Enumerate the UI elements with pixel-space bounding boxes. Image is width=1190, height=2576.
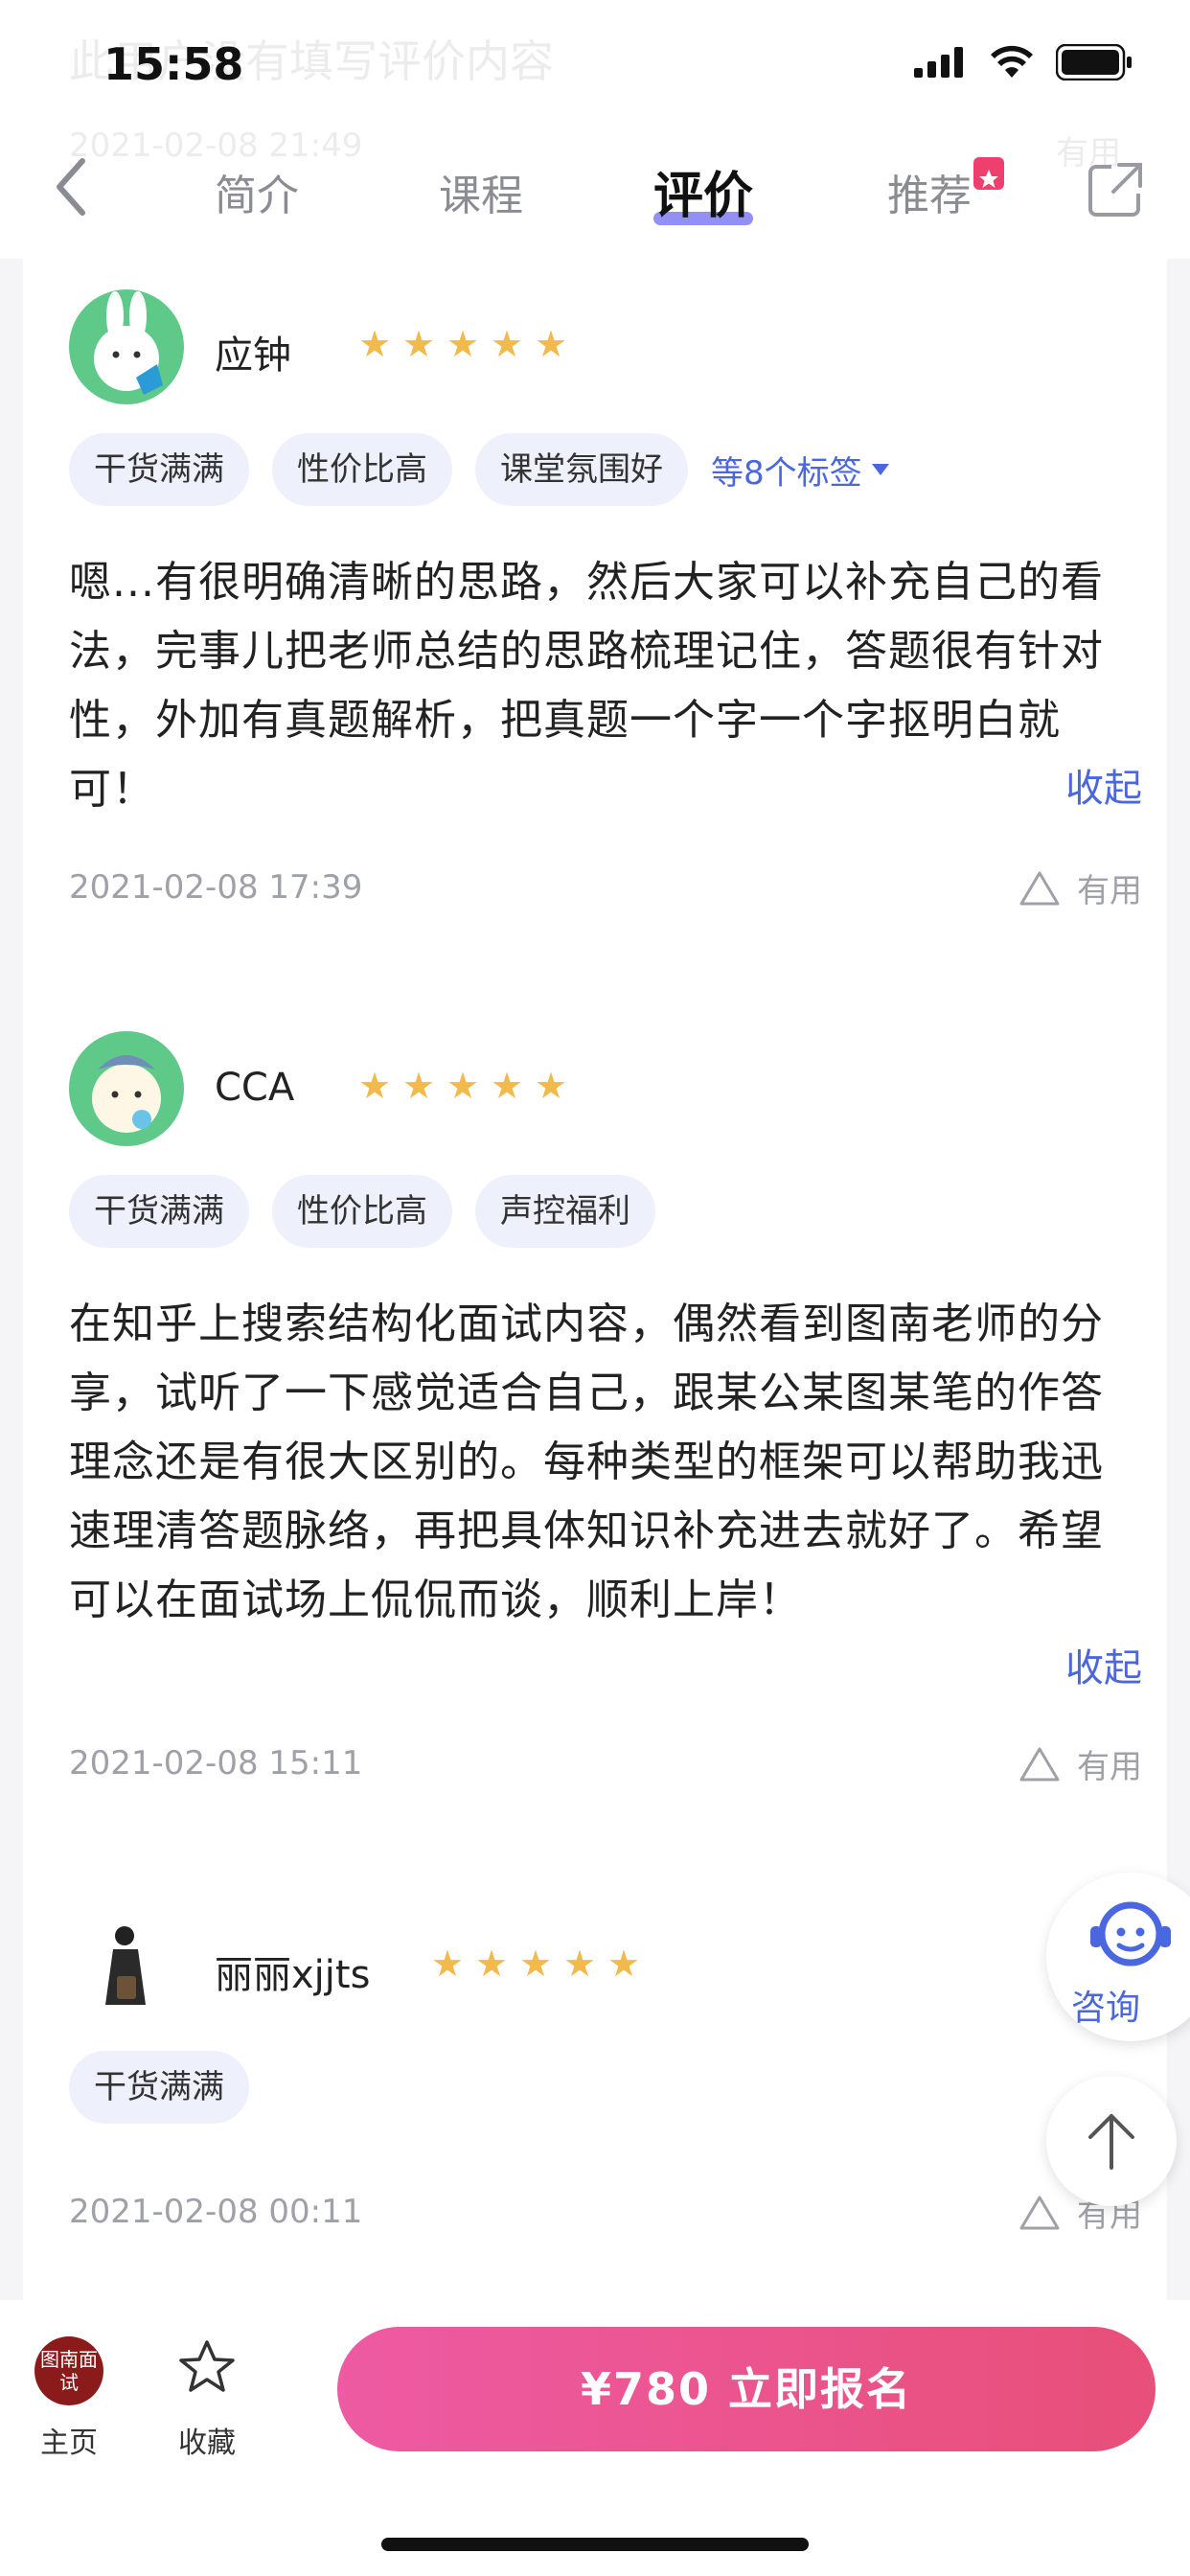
collapse-link[interactable]: 收起 [1065, 1637, 1142, 1692]
rating-stars: ★ ★ ★ ★ ★ [358, 1065, 568, 1107]
triangle-down-icon [871, 464, 889, 475]
wifi-icon [991, 45, 1033, 78]
review-item: 丽丽xjjts ★ ★ ★ ★ ★ 干货满满 2021-02-08 00:11 有用 [69, 1909, 1142, 2273]
star-outline-icon[interactable] [176, 2336, 238, 2398]
tag-list: 干货满满 性价比高 声控福利 [69, 1175, 655, 1248]
tag: 课堂氛围好 [475, 433, 688, 506]
tab-reviews[interactable]: 评价 [653, 155, 754, 227]
star-icon: ★ [491, 1065, 524, 1107]
tag: 干货满满 [69, 2051, 249, 2124]
triangle-outline-icon [1019, 2196, 1060, 2229]
star-icon: ★ [491, 323, 524, 365]
back-arrow-icon[interactable] [46, 153, 98, 220]
star-icon: ★ [446, 1065, 480, 1107]
review-date: 2021-02-08 15:11 [69, 1744, 363, 1782]
useful-button[interactable]: 有用 [1018, 1740, 1142, 1787]
top-bar: 此用户没有填写评价内容 2021-02-08 21:49 有用 15:58 简介… [0, 0, 1190, 259]
status-icons [914, 44, 1133, 80]
consult-label: 咨询 [1071, 1989, 1141, 2028]
user-name: CCA [215, 1066, 295, 1110]
star-icon: ★ [358, 1065, 392, 1107]
star-icon: ★ [475, 1943, 509, 1985]
bottom-action-bar: 图南面试 主页 收藏 ¥780 立即报名 [0, 2300, 1190, 2576]
star-icon: ★ [519, 1943, 553, 1985]
user-name: 丽丽xjjts [215, 1953, 371, 1997]
rating-stars: ★ ★ ★ ★ ★ [358, 323, 568, 365]
tag: 性价比高 [272, 433, 452, 506]
star-icon: ★ [431, 1943, 465, 1985]
recommend-badge-icon [973, 157, 1004, 190]
previous-review-date: 2021-02-08 21:49 [69, 126, 363, 165]
status-time: 15:58 [103, 38, 244, 90]
tab-course[interactable]: 课程 [439, 161, 523, 222]
rating-stars: ★ ★ ★ ★ ★ [431, 1943, 641, 1985]
enroll-button[interactable]: ¥780 立即报名 [337, 2327, 1156, 2451]
home-indicator [381, 2538, 809, 2551]
collapse-link[interactable]: 收起 [1065, 757, 1142, 813]
user-name: 应钟 [215, 334, 291, 378]
cellular-signal-icon [914, 47, 963, 78]
favorite-label[interactable]: 收藏 [178, 2419, 236, 2461]
avatar[interactable] [69, 1909, 184, 2024]
arrow-up-icon [1088, 2114, 1134, 2170]
review-date: 2021-02-08 17:39 [69, 868, 363, 907]
tab-intro[interactable]: 简介 [215, 161, 299, 222]
star-icon: ★ [563, 1943, 597, 1985]
more-tags-button[interactable]: 等8个标签 [711, 447, 889, 494]
tab-recommend[interactable]: 推荐 [887, 157, 1004, 222]
tag-list: 干货满满 性价比高 课堂氛围好 等8个标签 [69, 433, 889, 506]
customer-service-icon [1090, 1901, 1171, 1966]
avatar[interactable] [69, 1031, 184, 1146]
share-icon[interactable] [1087, 161, 1144, 218]
home-logo-icon[interactable]: 图南面试 [34, 2336, 103, 2405]
star-icon: ★ [607, 1943, 641, 1985]
review-item: CCA ★ ★ ★ ★ ★ 干货满满 性价比高 声控福利 在知乎上搜索结构化面试内容，偶… [69, 1031, 1142, 1798]
review-item: 应钟 ★ ★ ★ ★ ★ 干货满满 性价比高 课堂氛围好 等8个标签 嗯...有很明确清… [69, 289, 1142, 941]
tag: 声控福利 [475, 1175, 655, 1248]
star-icon: ★ [446, 323, 480, 365]
star-icon: ★ [402, 323, 436, 365]
review-date: 2021-02-08 00:11 [69, 2193, 363, 2231]
tag: 干货满满 [69, 1175, 249, 1248]
star-icon: ★ [358, 323, 392, 365]
star-icon: ★ [535, 1065, 568, 1107]
review-list: 应钟 ★ ★ ★ ★ ★ 干货满满 性价比高 课堂氛围好 等8个标签 嗯...有很明确清… [23, 259, 1167, 2300]
tab-bar: 简介 课程 评价 推荐 [192, 157, 1035, 238]
back-to-top-button[interactable] [1046, 2076, 1177, 2206]
triangle-outline-icon [1019, 1747, 1060, 1781]
review-text: 在知乎上搜索结构化面试内容，偶然看到图南老师的分享，试听了一下感觉适合自己，跟某… [69, 1300, 1104, 1624]
star-icon: ★ [535, 323, 568, 365]
star-icon: ★ [402, 1065, 436, 1107]
avatar[interactable] [69, 289, 184, 404]
review-text: 嗯...有很明确清晰的思路，然后大家可以补充自己的看法，完事儿把老师总结的思路梳… [69, 558, 1104, 814]
home-label[interactable]: 主页 [40, 2419, 98, 2461]
tag: 干货满满 [69, 433, 249, 506]
tag-list: 干货满满 [69, 2051, 249, 2124]
battery-icon [1056, 44, 1132, 80]
tag: 性价比高 [272, 1175, 452, 1248]
useful-button[interactable]: 有用 [1018, 864, 1142, 911]
triangle-outline-icon [1019, 871, 1060, 905]
